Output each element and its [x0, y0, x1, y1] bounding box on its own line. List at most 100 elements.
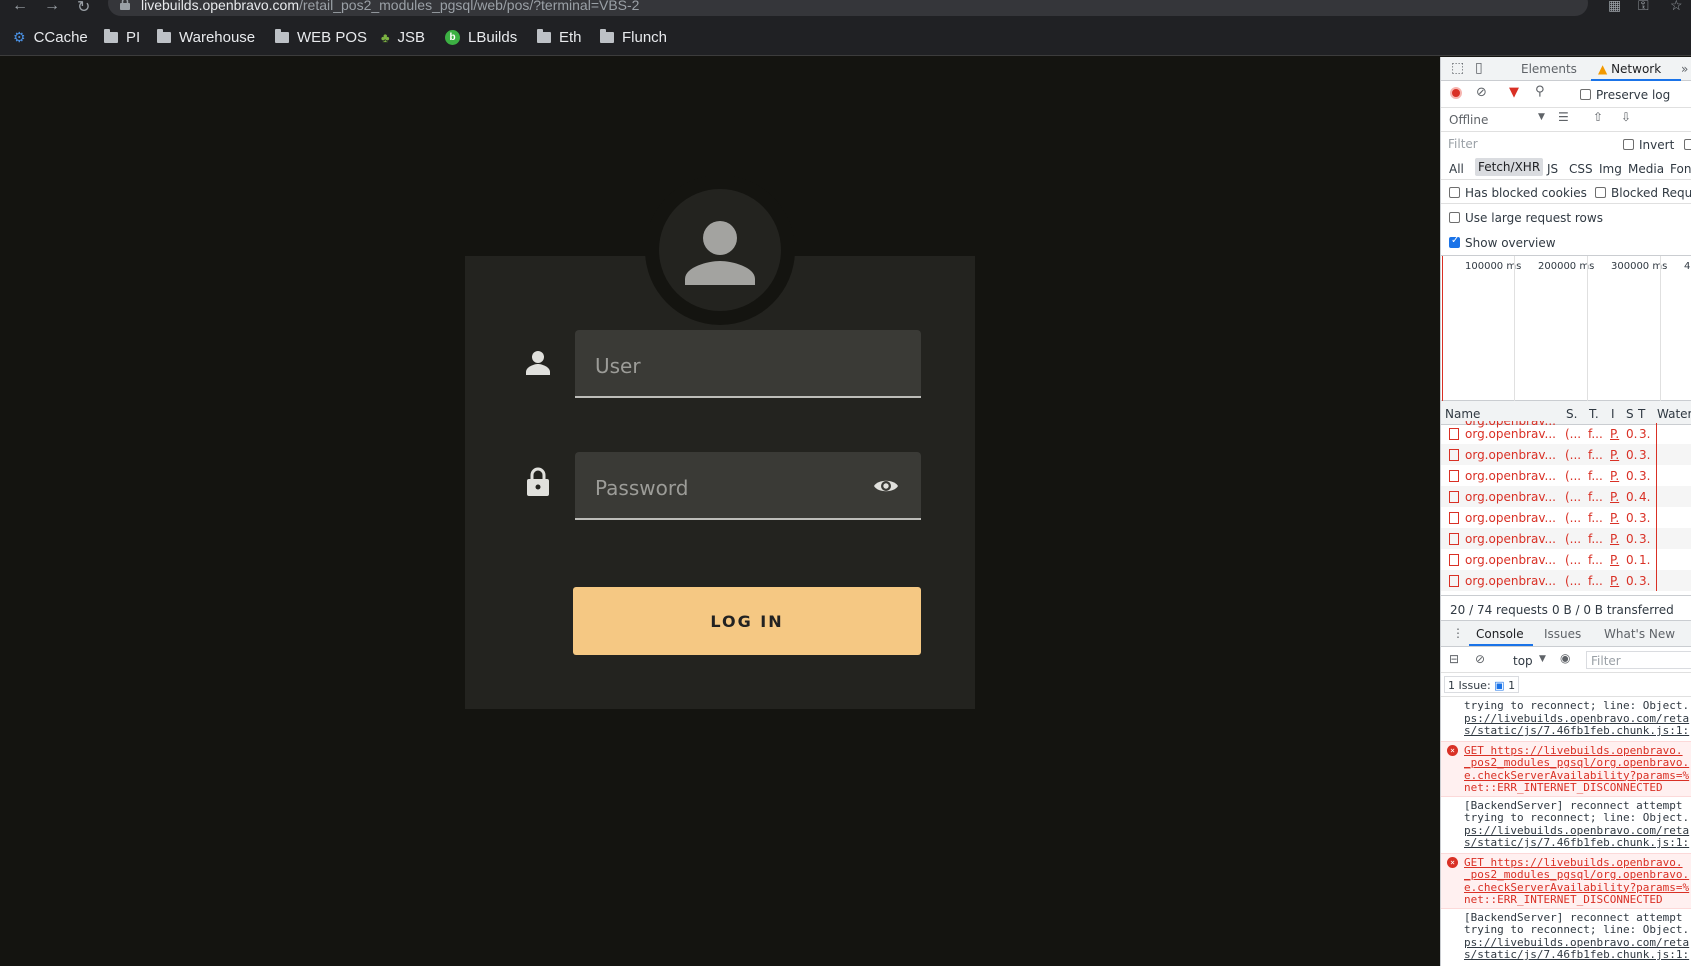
pos-login-page: User Password LOG IN	[0, 57, 1440, 966]
has-blocked-cookies-label: Has blocked cookies	[1465, 186, 1587, 200]
password-field[interactable]: Password	[575, 452, 921, 520]
warning-icon: ▲	[1598, 62, 1608, 76]
network-filter-input[interactable]: Filter	[1448, 137, 1478, 151]
type-filter-fetch-xhr[interactable]: Fetch/XHR	[1475, 158, 1544, 176]
console-log-message[interactable]: trying to reconnect; line: Object. ps://l…	[1441, 697, 1691, 741]
tab-console[interactable]: Console	[1476, 627, 1524, 641]
hide-data-urls-checkbox[interactable]	[1684, 139, 1691, 150]
gear-icon: ⚙	[13, 28, 26, 45]
sidebar-toggle-icon[interactable]: ⊟	[1449, 652, 1459, 666]
console-filter-input[interactable]: Filter	[1586, 651, 1691, 669]
search-icon[interactable]: ⚲	[1535, 84, 1545, 99]
export-har-icon[interactable]: ⇩	[1621, 110, 1631, 124]
bookmark-web-pos[interactable]: WEB POS	[275, 27, 367, 47]
bookmark-pi[interactable]: PI	[104, 27, 140, 47]
request-name: org.openbrav...	[1465, 469, 1556, 483]
chevron-down-icon: ▼	[1539, 654, 1546, 664]
filter-icon[interactable]: ▼	[1509, 85, 1519, 100]
console-error-message[interactable]: × GET https://livebuilds.openbravo. _pos2_…	[1441, 852, 1691, 909]
request-time: 3.	[1639, 469, 1651, 483]
table-row[interactable]: org.openbrav... (... f... P. 0. 3.	[1441, 444, 1691, 465]
console-error-message[interactable]: × GET https://livebuilds.openbravo. _pos2_…	[1441, 740, 1691, 797]
bookmark-warehouse[interactable]: Warehouse	[157, 27, 255, 47]
has-blocked-cookies-checkbox[interactable]	[1449, 187, 1460, 198]
log-in-button[interactable]: LOG IN	[573, 587, 921, 655]
table-row[interactable]: org.openbrav... (... f... P. 0. 3.	[1441, 528, 1691, 549]
invert-checkbox[interactable]	[1623, 139, 1634, 150]
b-logo-icon: b	[445, 29, 460, 45]
table-row[interactable]: org.openbrav... (... f... P. 0. 4.	[1441, 486, 1691, 507]
request-size: 0.	[1626, 490, 1638, 504]
request-type: f...	[1588, 553, 1603, 567]
table-row[interactable]: org.openbrav... (... f... P. 0. 3.	[1441, 465, 1691, 486]
bookmark-label: Flunch	[622, 28, 668, 46]
device-toolbar-icon[interactable]: ▯	[1475, 60, 1483, 76]
waterfall-marker	[1656, 423, 1657, 444]
console-log-message[interactable]: [BackendServer] reconnect attempt trying …	[1441, 797, 1691, 853]
request-status: (...	[1565, 490, 1582, 504]
import-har-icon[interactable]: ⇧	[1593, 110, 1603, 124]
bookmark-flunch[interactable]: Flunch	[600, 27, 667, 47]
eye-icon[interactable]: ◉	[1560, 651, 1570, 665]
column-status[interactable]: S.	[1566, 407, 1577, 421]
issues-badge[interactable]: 1 Issue: ▣ 1	[1444, 676, 1520, 693]
clear-console-icon[interactable]: ⊘	[1475, 652, 1485, 666]
network-conditions-icon[interactable]: ☰	[1558, 110, 1569, 124]
bookmark-ccache[interactable]: ⚙ CCache	[13, 27, 88, 47]
show-overview-checkbox[interactable]	[1449, 235, 1460, 248]
record-icon[interactable]	[1450, 87, 1462, 99]
request-size: 0.	[1626, 511, 1638, 525]
context-select[interactable]: top	[1513, 654, 1533, 668]
browser-toolbar: ← → ↻ livebuilds.openbravo.com/retail_po…	[0, 0, 1691, 18]
type-filter-js[interactable]: JS	[1547, 162, 1558, 176]
type-filter-font[interactable]: Fon	[1670, 162, 1691, 176]
tab-whats-new[interactable]: What's New	[1604, 627, 1675, 641]
overview-tick: 300000 ms	[1611, 261, 1668, 272]
request-size: 0.	[1626, 448, 1638, 462]
star-icon[interactable]: ☆	[1670, 0, 1683, 14]
issues-count: 1	[1508, 679, 1516, 692]
column-initiator[interactable]: I	[1611, 407, 1615, 421]
table-row[interactable]: org.openbrav... (... f... P. 0. 1.	[1441, 549, 1691, 570]
type-filter-css[interactable]: CSS	[1569, 162, 1593, 176]
table-row[interactable]: org.openbrav... (... f... P. 0. 3.	[1441, 423, 1691, 444]
console-log-message[interactable]: [BackendServer] reconnect attempt trying …	[1441, 909, 1691, 965]
forward-icon[interactable]: →	[44, 0, 60, 15]
preserve-log-checkbox[interactable]	[1580, 89, 1591, 100]
table-row[interactable]: org.openbrav... (... f... P. 0. 3.	[1441, 570, 1691, 591]
column-waterfall[interactable]: Water	[1657, 407, 1691, 421]
bookmark-lbuilds[interactable]: b LBuilds	[445, 27, 517, 47]
user-field[interactable]: User	[575, 330, 921, 398]
network-overview[interactable]: 100000 ms 200000 ms 300000 ms 4	[1441, 256, 1691, 401]
console-line: trying to reconnect; line: Object.	[1464, 923, 1690, 936]
back-icon[interactable]: ←	[12, 0, 28, 15]
throttling-select[interactable]: Offline	[1449, 113, 1488, 127]
bookmark-eth[interactable]: Eth	[537, 27, 582, 47]
key-icon[interactable]: ⚿	[1638, 0, 1649, 14]
tab-issues[interactable]: Issues	[1544, 627, 1581, 641]
column-type[interactable]: T.	[1589, 407, 1599, 421]
more-tabs-button[interactable]: »	[1681, 62, 1688, 76]
type-filter-media[interactable]: Media	[1628, 162, 1664, 176]
eye-icon[interactable]	[873, 476, 899, 496]
apps-icon[interactable]: ▦	[1608, 0, 1621, 14]
tab-network[interactable]: ▲ Network	[1598, 62, 1661, 76]
clear-icon[interactable]: ⊘	[1476, 85, 1487, 100]
inspect-icon[interactable]: ⬚	[1451, 60, 1464, 76]
blocked-requests-checkbox[interactable]	[1595, 187, 1606, 198]
column-name[interactable]: Name	[1445, 407, 1480, 421]
bookmark-jsb[interactable]: ♣ JSB	[381, 27, 425, 47]
request-size: 0.	[1626, 469, 1638, 483]
large-rows-checkbox[interactable]	[1449, 212, 1460, 223]
tab-elements[interactable]: Elements	[1521, 62, 1577, 76]
table-row[interactable]: org.openbrav... (... f... P. 0. 3.	[1441, 507, 1691, 528]
reload-icon[interactable]: ↻	[77, 0, 90, 17]
column-size[interactable]: S	[1626, 407, 1634, 421]
url-text[interactable]: livebuilds.openbravo.com/retail_pos2_mod…	[141, 0, 639, 13]
lock-icon[interactable]	[120, 0, 130, 10]
type-filter-all[interactable]: All	[1449, 162, 1464, 176]
drawer-menu-icon[interactable]: ⋮	[1452, 626, 1464, 640]
request-type: f...	[1588, 532, 1603, 546]
type-filter-img[interactable]: Img	[1599, 162, 1622, 176]
column-time[interactable]: T	[1638, 407, 1645, 421]
